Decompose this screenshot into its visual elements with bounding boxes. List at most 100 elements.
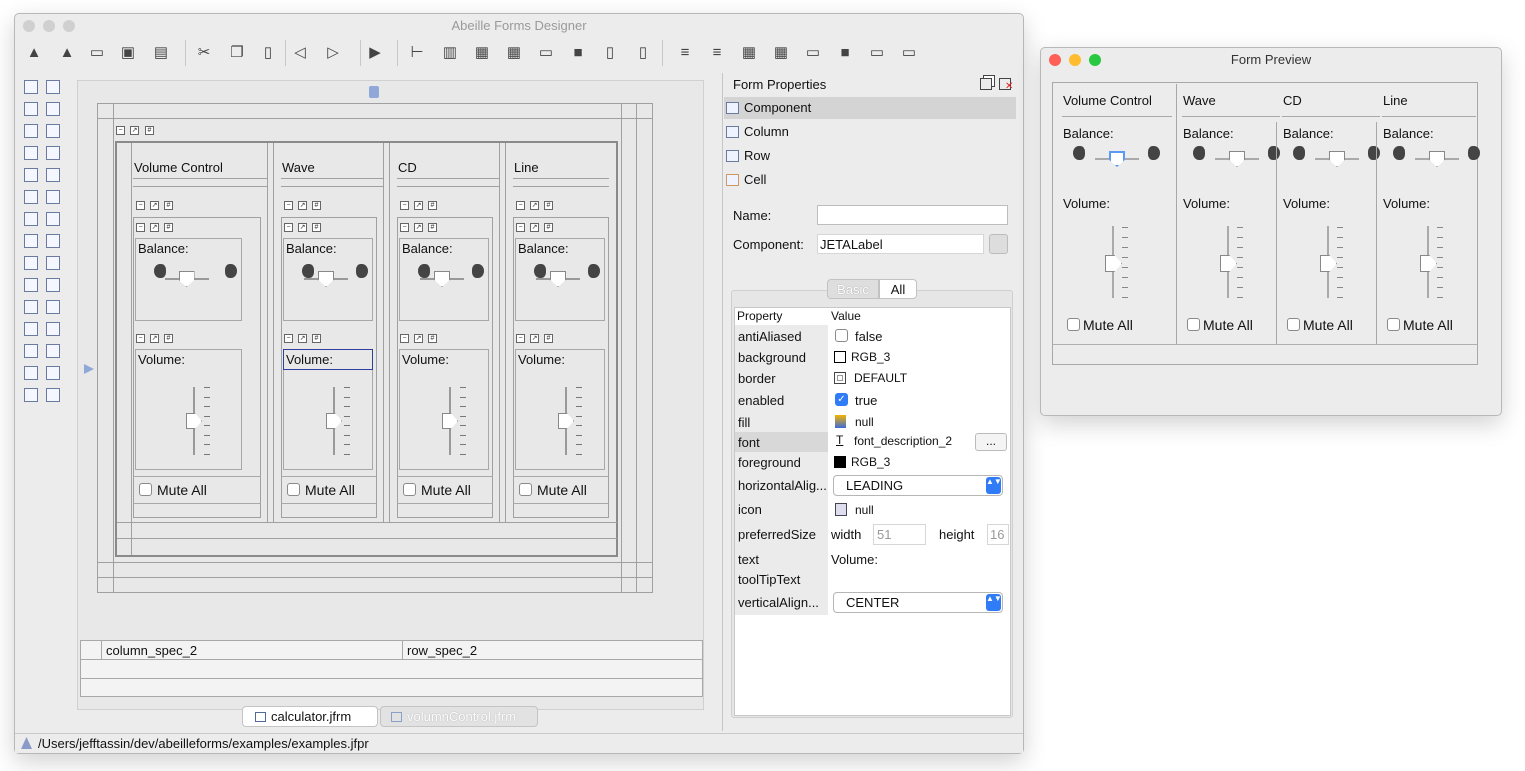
mute-checkbox[interactable] <box>287 483 300 496</box>
tree-item-cell[interactable]: Cell <box>724 169 1016 191</box>
row-split-icon[interactable]: ≡ <box>706 41 728 63</box>
mute-checkbox[interactable] <box>139 483 152 496</box>
column-ruler-marker[interactable] <box>369 86 379 98</box>
grid-icon[interactable]: # <box>145 126 154 135</box>
textbox-icon[interactable] <box>24 366 38 380</box>
mute-checkbox[interactable] <box>403 483 416 496</box>
component-field[interactable]: JETALabel <box>817 234 984 254</box>
image-icon[interactable] <box>46 300 60 314</box>
input-icon[interactable] <box>24 300 38 314</box>
paste-icon[interactable]: ▯ <box>257 41 279 63</box>
radio-icon[interactable] <box>24 124 38 138</box>
tab-all[interactable]: All <box>879 279 917 299</box>
undo-icon[interactable]: ◁ <box>289 41 311 63</box>
hline-icon[interactable] <box>46 344 60 358</box>
vrule-icon[interactable] <box>46 256 60 270</box>
button-icon[interactable] <box>24 168 38 182</box>
expand-icon[interactable]: ↗ <box>530 201 539 210</box>
font-edit-button[interactable]: ... <box>975 433 1007 451</box>
panel-icon[interactable] <box>46 168 60 182</box>
save-icon[interactable]: ▣ <box>117 41 139 63</box>
cut-icon[interactable]: ✂ <box>193 41 215 63</box>
checkbox-icon[interactable] <box>24 146 38 160</box>
row-up-icon[interactable]: ▭ <box>898 41 920 63</box>
preview-mute-checkbox[interactable] <box>1187 318 1200 331</box>
folder-icon[interactable] <box>46 146 60 160</box>
grid-icon[interactable]: # <box>164 201 173 210</box>
insert-column-left-icon[interactable]: ⊢ <box>406 41 428 63</box>
list-icon[interactable] <box>46 124 60 138</box>
label-icon[interactable] <box>24 102 38 116</box>
tree-item-row[interactable]: Row <box>724 145 1016 167</box>
expand-icon[interactable]: ↗ <box>150 201 159 210</box>
mute-checkbox[interactable] <box>519 483 532 496</box>
resize-icon[interactable]: ▭ <box>802 41 824 63</box>
row-spec-field[interactable]: row_spec_2 <box>402 641 702 659</box>
column-grid-icon[interactable]: ▦ <box>471 41 493 63</box>
row-resize-icon[interactable]: ▭ <box>535 41 557 63</box>
open-project-icon[interactable]: ▲ <box>56 41 78 63</box>
tab-basic[interactable]: Basic <box>827 279 879 299</box>
insert-row-icon[interactable]: ≡ <box>674 41 696 63</box>
container-icon[interactable] <box>46 278 60 292</box>
row-add-icon[interactable]: ▦ <box>770 41 792 63</box>
copy-icon[interactable]: ❐ <box>226 41 248 63</box>
collapse-icon[interactable]: − <box>116 126 125 135</box>
cell-icon[interactable]: ■ <box>567 41 589 63</box>
combo-icon[interactable] <box>24 212 38 226</box>
expand-icon[interactable]: ↗ <box>130 126 139 135</box>
spinner-icon[interactable] <box>46 212 60 226</box>
horizontal-alignment-select[interactable]: LEADING ▲▼ <box>833 475 1003 496</box>
collapse-icon[interactable]: − <box>136 201 145 210</box>
column-spec-field[interactable]: column_spec_2 <box>101 641 401 659</box>
row-grid-icon[interactable]: ▦ <box>738 41 760 63</box>
preview-mute-checkbox[interactable] <box>1287 318 1300 331</box>
expand-icon[interactable]: ↗ <box>298 201 307 210</box>
window-icon[interactable] <box>46 190 60 204</box>
expand-icon[interactable]: ↗ <box>414 201 423 210</box>
run-icon[interactable]: ▶ <box>364 41 386 63</box>
tab-volumncontrol[interactable]: volumnControl.jfrm <box>380 706 538 727</box>
tree-item-component[interactable]: Component <box>724 97 1016 119</box>
hrule-icon[interactable] <box>46 234 60 248</box>
antialiased-checkbox[interactable] <box>835 329 848 342</box>
redo-icon[interactable]: ▷ <box>322 41 344 63</box>
move-right-icon[interactable]: ▯ <box>599 41 621 63</box>
bracket-icon[interactable] <box>46 366 60 380</box>
collapse-icon[interactable]: − <box>400 201 409 210</box>
preview-mute-checkbox[interactable] <box>1067 318 1080 331</box>
vertical-alignment-select[interactable]: CENTER ▲▼ <box>833 592 1003 613</box>
new-form-icon[interactable]: ▤ <box>150 41 172 63</box>
ok-button-icon[interactable] <box>24 190 38 204</box>
combo2-icon[interactable] <box>24 322 38 336</box>
name-input[interactable] <box>817 205 1008 225</box>
cell-fill-icon[interactable]: ■ <box>834 41 856 63</box>
width-input[interactable]: 51 <box>873 524 926 545</box>
height-input[interactable]: 16 <box>987 524 1009 545</box>
collapse-icon[interactable]: − <box>284 201 293 210</box>
slider-icon[interactable] <box>24 344 38 358</box>
tree-item-column[interactable]: Column <box>724 121 1016 143</box>
preview-mute-checkbox[interactable] <box>1387 318 1400 331</box>
move-left-icon[interactable]: ▯ <box>632 41 654 63</box>
close-panel-icon[interactable]: ✕ <box>999 78 1013 92</box>
pointer-icon[interactable] <box>24 80 38 94</box>
insert-column-icon[interactable]: ▥ <box>439 41 461 63</box>
float-panel-icon[interactable] <box>980 78 992 90</box>
row-down-icon[interactable]: ▭ <box>866 41 888 63</box>
grid-icon[interactable]: # <box>428 201 437 210</box>
grid-icon[interactable]: # <box>312 201 321 210</box>
column-resize-icon[interactable]: ▦ <box>503 41 525 63</box>
title-label-icon[interactable] <box>46 322 60 336</box>
pass-icon[interactable] <box>24 388 38 402</box>
new-project-icon[interactable]: ▲ <box>23 41 45 63</box>
text-field-icon[interactable] <box>46 80 60 94</box>
separator-icon[interactable] <box>24 234 38 248</box>
grid-icon[interactable]: # <box>544 201 553 210</box>
titled-icon[interactable] <box>46 388 60 402</box>
edit-component-icon[interactable] <box>989 234 1008 254</box>
tree-icon[interactable] <box>24 278 38 292</box>
enabled-checkbox[interactable]: ✓ <box>835 393 848 406</box>
text-area-icon[interactable] <box>46 102 60 116</box>
open-form-icon[interactable]: ▭ <box>86 41 108 63</box>
